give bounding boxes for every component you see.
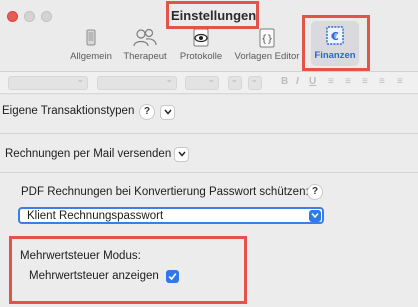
align-justify-icon[interactable]: ≡	[379, 76, 385, 87]
italic-icon[interactable]: I	[296, 76, 299, 87]
background-color-button[interactable]	[248, 74, 262, 90]
mail-invoices-label: Rechnungen per Mail versenden	[5, 148, 172, 160]
tab-allgemein[interactable]: Allgemein	[66, 27, 116, 67]
bold-icon[interactable]: B	[281, 76, 288, 87]
transaction-types-label: Eigene Transaktionstypen	[2, 105, 135, 117]
list-icon[interactable]: ≡	[397, 76, 403, 87]
transaction-types-disclosure-button[interactable]	[160, 105, 175, 120]
tab-label: Allgemein	[70, 51, 112, 62]
font-size-select[interactable]	[185, 74, 219, 90]
tab-label: Vorlagen Editor	[234, 51, 300, 62]
zoom-window-button[interactable]	[41, 11, 52, 22]
chevron-down-icon	[163, 109, 172, 115]
divider	[0, 133, 418, 134]
highlight-vat-section	[9, 236, 247, 304]
font-style-select[interactable]	[97, 74, 177, 90]
eye-icon	[177, 27, 225, 49]
underline-icon[interactable]: U	[309, 76, 316, 87]
format-bar: B I U ≡ ≡ ≡ ≡ ≡	[0, 72, 418, 94]
divider	[0, 172, 418, 173]
tab-protokolle[interactable]: Protokolle	[177, 27, 225, 67]
braces-document-icon: {}	[233, 27, 301, 49]
highlight-window-title	[166, 1, 259, 29]
tab-therapeut[interactable]: Therapeut	[120, 27, 170, 67]
tab-label: Protokolle	[179, 51, 223, 62]
chevron-down-icon	[177, 151, 186, 157]
highlight-finanzen-tab	[302, 15, 370, 71]
transaction-types-help-button[interactable]: ?	[139, 104, 155, 120]
close-window-button[interactable]	[7, 11, 18, 22]
text-color-button[interactable]	[228, 74, 242, 90]
minimize-window-button[interactable]	[24, 11, 35, 22]
pdf-password-help-button[interactable]: ?	[307, 184, 323, 200]
chevron-down-icon	[309, 210, 321, 222]
tab-vorlagen-editor[interactable]: {} Vorlagen Editor	[233, 27, 301, 67]
align-right-icon[interactable]: ≡	[362, 76, 368, 87]
font-family-select[interactable]	[8, 74, 88, 90]
phone-icon	[66, 27, 116, 49]
svg-text:{}: {}	[261, 34, 273, 45]
align-left-icon[interactable]: ≡	[328, 76, 334, 87]
mail-invoices-disclosure-button[interactable]	[174, 147, 189, 162]
pdf-password-select-value: Klient Rechnungspasswort	[27, 210, 164, 222]
align-center-icon[interactable]: ≡	[345, 76, 351, 87]
pdf-password-select[interactable]: Klient Rechnungspasswort	[18, 207, 324, 224]
tab-label: Therapeut	[123, 51, 167, 62]
pdf-password-label: PDF Rechnungen bei Konvertierung Passwor…	[21, 186, 309, 198]
people-icon	[120, 27, 170, 49]
